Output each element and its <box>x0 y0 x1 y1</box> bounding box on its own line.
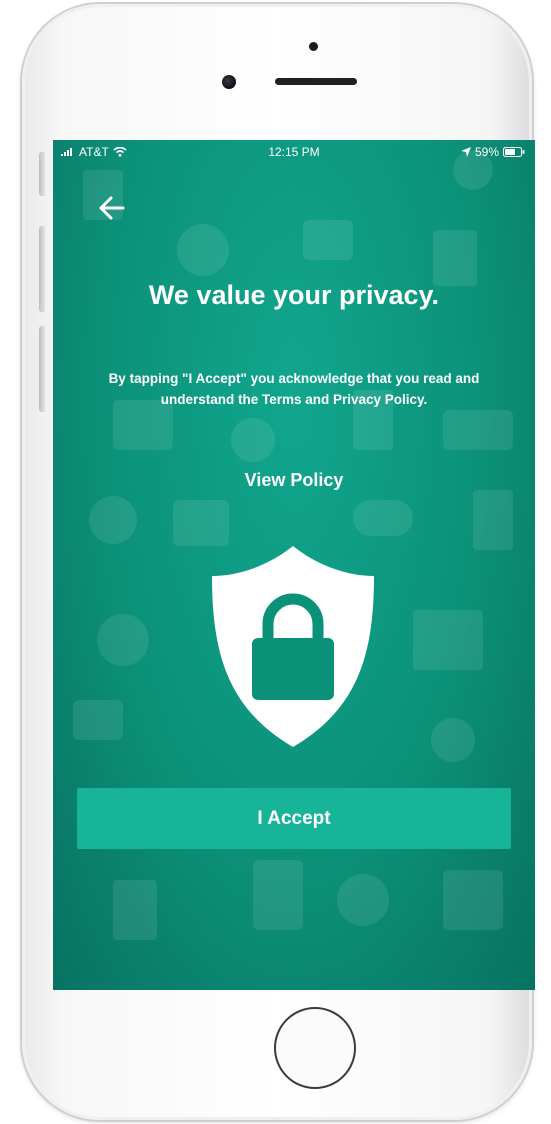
status-bar: AT&T 12:15 PM 59% <box>53 140 535 164</box>
page-title: We value your privacy. <box>148 280 440 310</box>
privacy-description: By tapping "I Accept" you acknowledge th… <box>108 371 480 407</box>
privacy-screen: AT&T 12:15 PM 59% We value your privacy.… <box>53 140 535 990</box>
volume-down-button <box>39 326 45 412</box>
battery-icon <box>503 147 525 157</box>
front-camera <box>222 75 236 89</box>
battery-percent: 59% <box>474 145 499 159</box>
back-arrow-icon[interactable] <box>91 192 127 224</box>
volume-up-button <box>39 226 45 312</box>
earpiece-speaker <box>275 78 357 85</box>
proximity-sensor <box>309 42 318 51</box>
mute-switch <box>39 152 45 196</box>
shield-lock-icon <box>212 546 374 747</box>
status-right: 59% <box>460 145 525 159</box>
view-policy-link[interactable]: View Policy <box>53 470 535 491</box>
accept-button[interactable]: I Accept <box>77 788 511 849</box>
location-arrow-icon <box>460 147 471 157</box>
home-button[interactable] <box>274 1007 356 1089</box>
